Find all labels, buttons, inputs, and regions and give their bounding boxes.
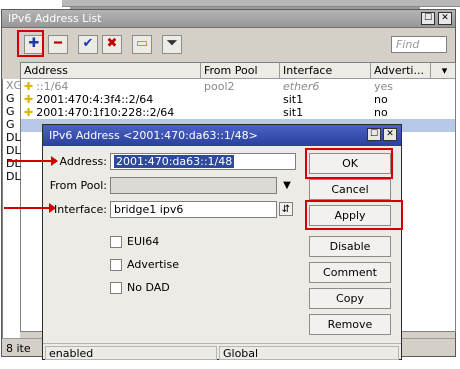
items-count: 8 ite — [6, 342, 31, 355]
column-header-address[interactable]: Address — [21, 63, 201, 78]
dropdown-arrow-icon[interactable]: ▼ — [280, 179, 294, 193]
address-arrow-icon — [8, 156, 58, 166]
close-icon[interactable]: ✕ — [383, 128, 397, 141]
find-input[interactable]: Find — [391, 36, 447, 53]
remove-button[interactable]: Remove — [309, 314, 391, 335]
flags-column: XG G G G DL DL DL DL — [2, 79, 23, 349]
list-window-title-bar[interactable]: IPv6 Address List ☐ ✕ — [2, 10, 455, 28]
address-field[interactable]: 2001:470:da63::1/48 — [110, 153, 296, 170]
advertise-label: Advertise — [127, 258, 179, 271]
add-button-highlight — [17, 30, 44, 57]
address-icon: ✚ — [24, 93, 34, 106]
list-toolbar: ✚ ━ ✔ ✖ ▭ ⏷ Find — [2, 29, 455, 59]
column-header-from-pool[interactable]: From Pool — [201, 63, 280, 78]
enable-check-icon[interactable]: ✔ — [78, 35, 98, 54]
eui64-checkbox[interactable] — [110, 236, 122, 248]
interface-arrow-icon — [4, 203, 56, 213]
row-flag: DL — [6, 170, 21, 183]
address-icon: ✚ — [24, 80, 34, 93]
table-row[interactable]: ✚ 2001:470:1f10:228::2/64 sit1 no — [21, 106, 455, 119]
column-header-interface[interactable]: Interface — [280, 63, 371, 78]
row-flag: DL — [6, 131, 21, 144]
column-header-advertise[interactable]: Adverti... — [371, 63, 431, 78]
dropdown-arrow-icon[interactable]: ⇵ — [279, 202, 293, 216]
dialog-title-bar[interactable]: IPv6 Address <2001:470:da63::1/48> ☐ ✕ — [43, 125, 401, 146]
ok-button-highlight — [305, 148, 393, 179]
background-window-edge — [62, 0, 460, 7]
row-flag: DL — [6, 157, 21, 170]
status-enabled: enabled — [45, 346, 217, 360]
column-menu-icon[interactable]: ▾ — [431, 63, 455, 78]
interface-select[interactable]: bridge1 ipv6 — [110, 201, 277, 218]
maximize-icon[interactable]: ☐ — [367, 128, 381, 141]
comment-icon[interactable]: ▭ — [132, 35, 152, 54]
disable-x-icon[interactable]: ✖ — [102, 35, 122, 54]
table-row[interactable]: ✚ 2001:470:4:3f4::2/64 sit1 no — [21, 93, 455, 106]
close-icon[interactable]: ✕ — [438, 12, 452, 25]
eui64-label: EUI64 — [127, 235, 160, 248]
no-dad-checkbox[interactable] — [110, 282, 122, 294]
row-flag: DL — [6, 144, 21, 157]
disable-button[interactable]: Disable — [309, 236, 391, 257]
from-pool-label: From Pool: — [49, 179, 107, 192]
dialog-title: IPv6 Address <2001:470:da63::1/48> — [49, 129, 258, 142]
copy-button[interactable]: Copy — [309, 288, 391, 309]
table-header: Address From Pool Interface Adverti... ▾ — [21, 63, 455, 79]
apply-button-highlight — [305, 200, 403, 230]
row-flag: G — [6, 92, 15, 105]
list-window-title: IPv6 Address List — [8, 12, 102, 25]
maximize-icon[interactable]: ☐ — [421, 12, 435, 25]
from-pool-select[interactable] — [110, 177, 277, 194]
filter-icon[interactable]: ⏷ — [162, 35, 182, 54]
table-row[interactable]: ✚::1/64 pool2 ether6 yes — [21, 80, 455, 93]
cancel-button[interactable]: Cancel — [309, 179, 391, 200]
row-flag: G — [6, 105, 15, 118]
status-scope: Global — [219, 346, 399, 360]
address-icon: ✚ — [24, 106, 34, 119]
advertise-checkbox[interactable] — [110, 259, 122, 271]
remove-icon[interactable]: ━ — [48, 35, 68, 54]
comment-button[interactable]: Comment — [309, 262, 391, 283]
row-flag: G — [6, 118, 15, 131]
no-dad-label: No DAD — [127, 281, 170, 294]
dialog-status-bar: enabled Global — [43, 343, 401, 360]
row-flag: XG — [6, 79, 23, 92]
